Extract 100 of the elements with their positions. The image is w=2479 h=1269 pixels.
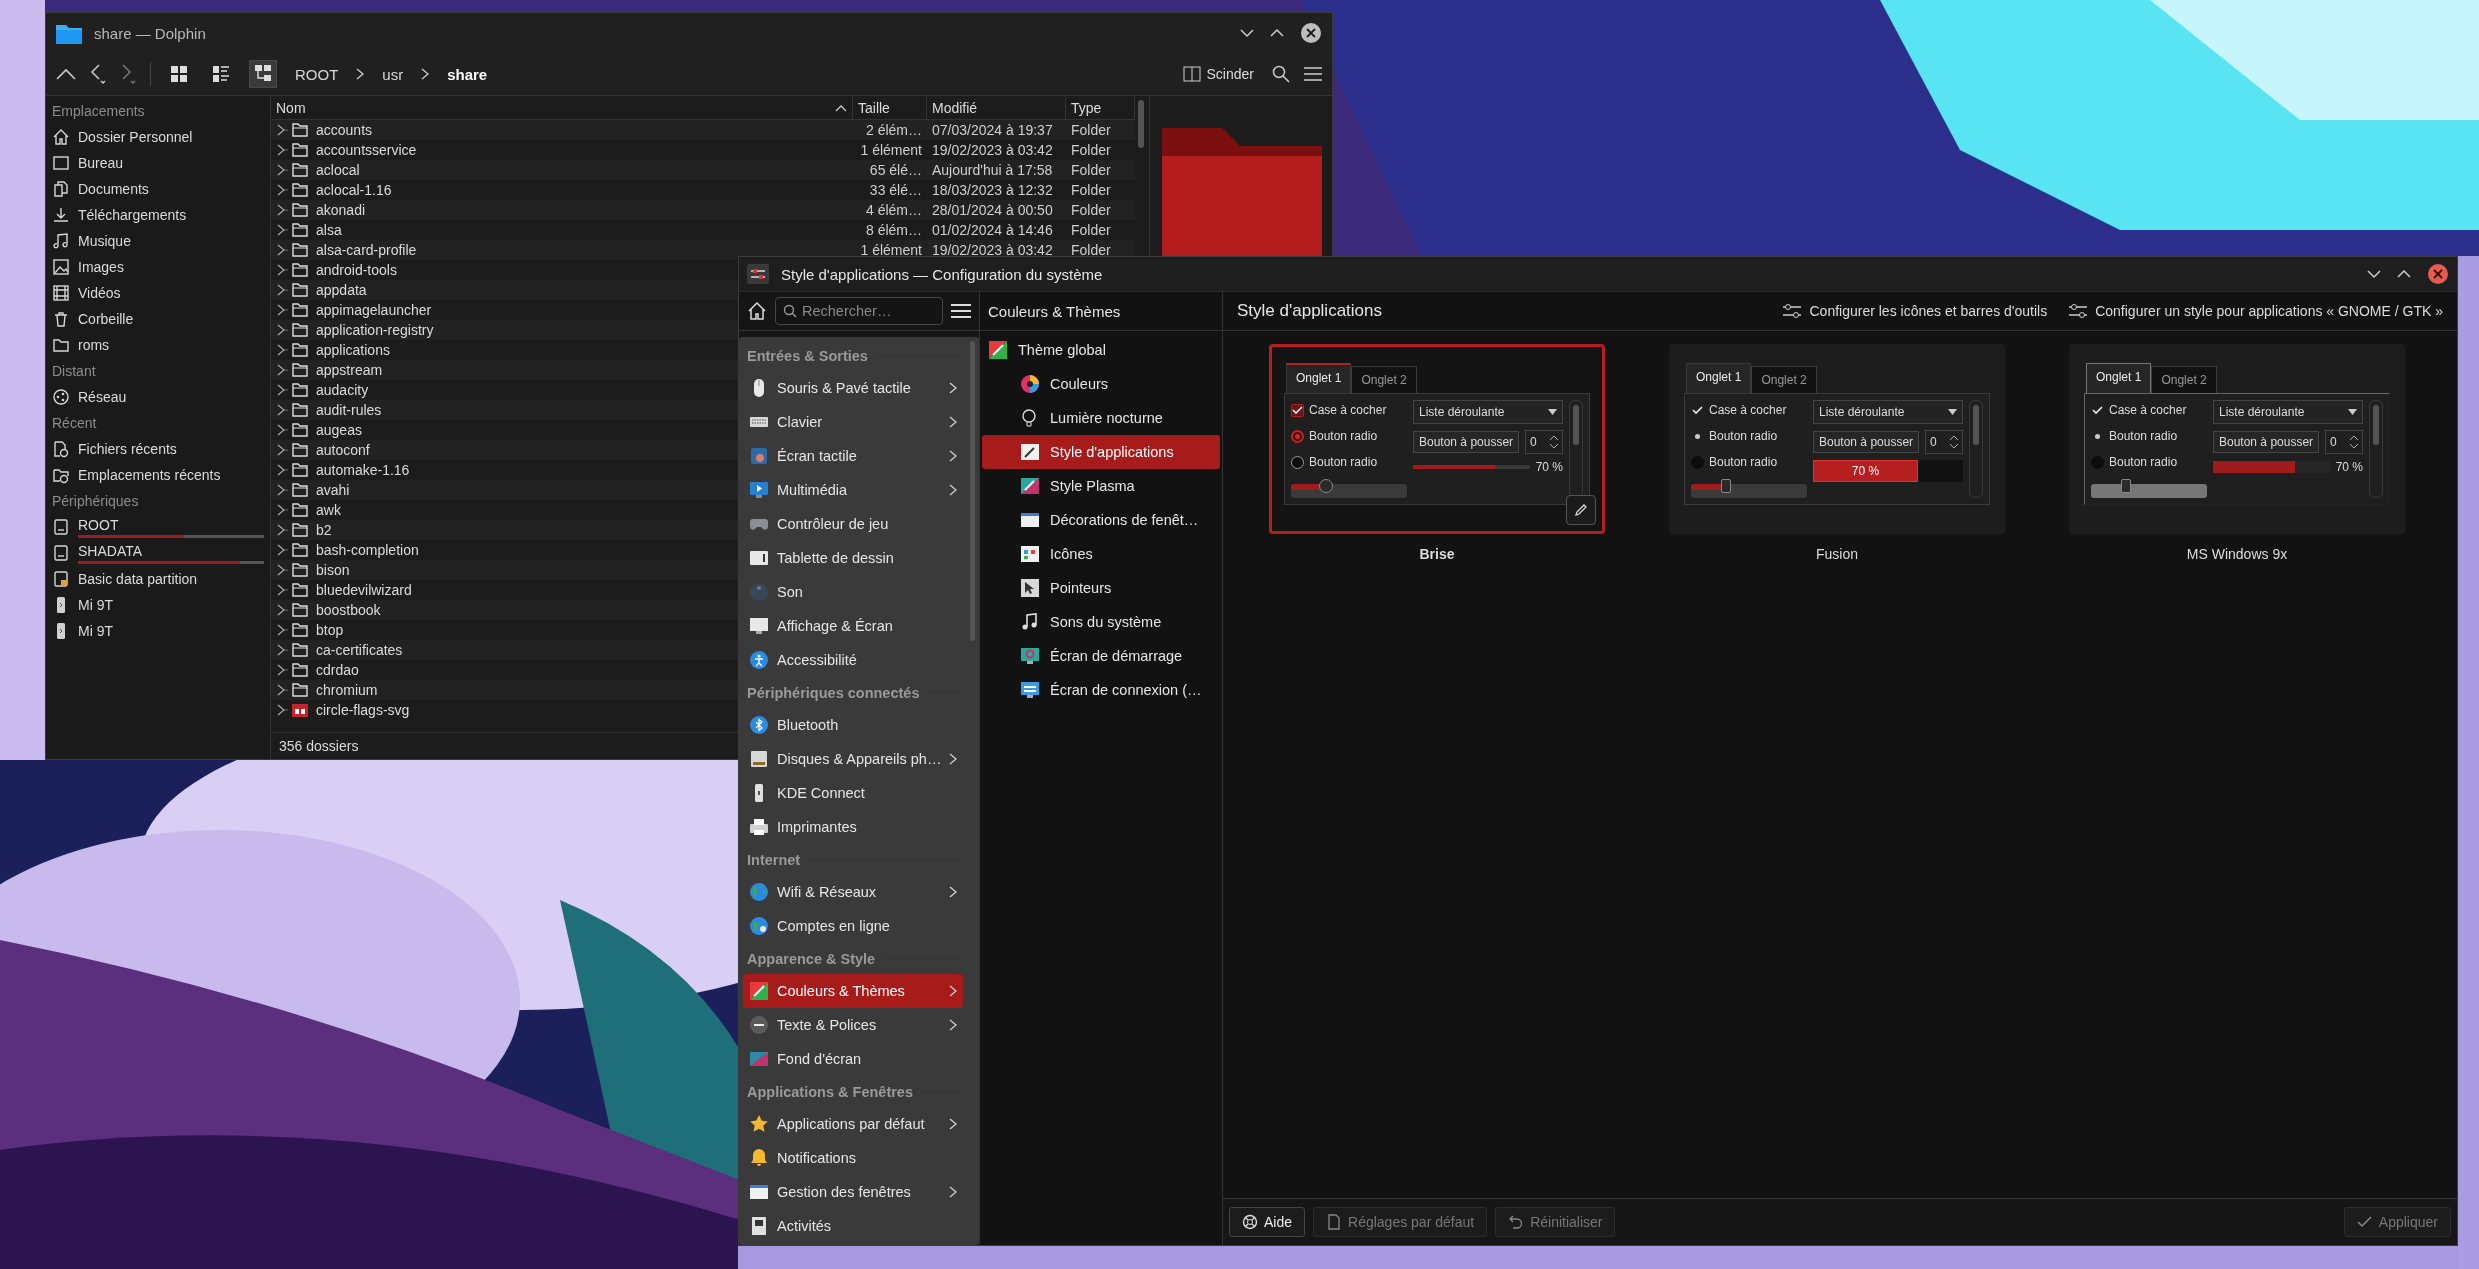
forward-icon[interactable] [120, 63, 136, 85]
file-name[interactable]: audit-rules [316, 402, 382, 418]
file-name[interactable]: bison [316, 562, 350, 578]
back-icon[interactable] [90, 63, 106, 85]
file-name[interactable]: appimagelauncher [316, 302, 432, 318]
split-button[interactable]: Scinder [1178, 62, 1258, 86]
category-item[interactable]: Style Plasma [982, 469, 1220, 503]
file-name[interactable]: appstream [316, 362, 383, 378]
place-item[interactable]: Emplacements récents [46, 462, 270, 488]
home-icon[interactable] [747, 301, 767, 321]
place-item[interactable]: Téléchargements [46, 202, 270, 228]
sidebar-item[interactable]: Écran tactile [743, 439, 964, 473]
file-name[interactable]: cdrdao [316, 662, 359, 678]
sidebar-item[interactable]: Son [743, 575, 964, 609]
minimize-icon[interactable] [1240, 28, 1254, 38]
place-item[interactable]: Dossier Personnel [46, 124, 270, 150]
category-item[interactable]: Décorations de fenêt… [982, 503, 1220, 537]
style-preview[interactable]: Onglet 1 Onglet 2 Case à cocher Bouton radio Bouton radio Liste déroulante Bouton à pousser 0 70 % [1269, 344, 1605, 534]
file-name[interactable]: accounts [316, 122, 373, 138]
file-name[interactable]: accountsservice [316, 142, 417, 158]
maximize-icon[interactable] [2397, 269, 2411, 279]
sidebar-item[interactable]: Multimédia [743, 473, 964, 507]
file-name[interactable]: chromium [316, 682, 378, 698]
sidebar-item[interactable]: Accessibilité [743, 643, 964, 677]
file-name[interactable]: btop [316, 622, 344, 638]
sidebar-item[interactable]: Wifi & Réseaux [743, 875, 964, 909]
file-name[interactable]: boostbook [316, 602, 381, 618]
sidebar-item[interactable]: Texte & Polices [743, 1008, 964, 1042]
file-name[interactable]: b2 [316, 522, 332, 538]
sidebar-item[interactable]: Souris & Pavé tactile [743, 371, 964, 405]
place-item[interactable]: Mi 9T [46, 592, 270, 618]
sidebar-item[interactable]: Clavier [743, 405, 964, 439]
file-name[interactable]: automake-1.16 [316, 462, 410, 478]
place-item[interactable]: Vidéos [46, 280, 270, 306]
sidebar-item[interactable]: Notifications [743, 1141, 964, 1175]
file-name[interactable]: aclocal [316, 162, 360, 178]
sidebar-item[interactable]: Affichage & Écran [743, 609, 964, 643]
file-name[interactable]: circle-flags-svg [316, 702, 410, 718]
place-item[interactable]: roms [46, 332, 270, 358]
place-item[interactable]: Bureau [46, 150, 270, 176]
category-item[interactable]: Icônes [982, 537, 1220, 571]
place-item[interactable]: Fichiers récents [46, 436, 270, 462]
category-item[interactable]: Écran de démarrage [982, 639, 1220, 673]
category-item[interactable]: Lumière nocturne [982, 401, 1220, 435]
place-item[interactable]: Basic data partition [46, 566, 270, 592]
place-item[interactable]: Musique [46, 228, 270, 254]
place-item[interactable]: ROOT [46, 514, 270, 540]
file-name[interactable]: avahi [316, 482, 350, 498]
column-header[interactable]: Modifié [927, 96, 1066, 119]
file-name[interactable]: bash-completion [316, 542, 419, 558]
column-header[interactable]: Taille [853, 96, 927, 119]
place-item[interactable]: Images [46, 254, 270, 280]
close-icon[interactable] [2427, 263, 2449, 285]
style-preview[interactable]: Onglet 1 Onglet 2 Case à cocher Bouton radio Bouton radio Liste déroulante Bouton à pousser 0 70 % [1669, 344, 2005, 534]
file-name[interactable]: alsa [316, 222, 342, 238]
file-name[interactable]: applications [316, 342, 390, 358]
file-name[interactable]: bluedevilwizard [316, 582, 412, 598]
category-item[interactable]: Couleurs [982, 367, 1220, 401]
place-item[interactable]: Mi 9T [46, 618, 270, 644]
file-name[interactable]: audacity [316, 382, 369, 398]
sidebar-item[interactable]: Applications par défaut [743, 1107, 964, 1141]
close-icon[interactable] [1300, 22, 1322, 44]
place-item[interactable]: Corbeille [46, 306, 270, 332]
file-name[interactable]: aclocal-1.16 [316, 182, 392, 198]
place-item[interactable]: Documents [46, 176, 270, 202]
style-preview[interactable]: Onglet 1 Onglet 2 Case à cocher Bouton radio Bouton radio Liste déroulante Bouton à pousser 0 70 % [2069, 344, 2405, 534]
file-name[interactable]: ca-certificates [316, 642, 403, 658]
search-icon[interactable] [1272, 65, 1290, 83]
place-item[interactable]: Réseau [46, 384, 270, 410]
sidebar-item[interactable]: Bluetooth [743, 708, 964, 742]
action-button[interactable]: Configurer un style pour applications « GNOME / GTK » [2065, 303, 2447, 319]
category-item[interactable]: Pointeurs [982, 571, 1220, 605]
details-view-icon[interactable] [249, 60, 277, 88]
minimize-icon[interactable] [2367, 269, 2381, 279]
footer-button[interactable]: Aide [1229, 1207, 1306, 1237]
search-field[interactable]: Rechercher… [775, 297, 943, 325]
menu-icon[interactable] [951, 303, 971, 319]
sidebar-item[interactable]: KDE Connect [743, 776, 964, 810]
sidebar-item[interactable]: Gestion des fenêtres [743, 1175, 964, 1209]
edit-button[interactable] [1566, 495, 1596, 525]
category-item[interactable]: Écran de connexion (… [982, 673, 1220, 707]
column-header[interactable]: Nom [271, 96, 853, 119]
place-item[interactable]: SHADATA [46, 540, 270, 566]
maximize-icon[interactable] [1270, 28, 1284, 38]
breadcrumb-item[interactable]: usr [378, 63, 408, 85]
sidebar-item[interactable]: Comptes en ligne [743, 909, 964, 943]
action-button[interactable]: Configurer les icônes et barres d'outils [1779, 303, 2052, 319]
sidebar-item[interactable]: Imprimantes [743, 810, 964, 844]
sidebar-item[interactable]: Contrôleur de jeu [743, 507, 964, 541]
file-name[interactable]: autoconf [316, 442, 370, 458]
sidebar-item[interactable]: Activités [743, 1209, 964, 1243]
file-name[interactable]: awk [316, 502, 341, 518]
file-name[interactable]: augeas [316, 422, 362, 438]
sidebar-item[interactable]: Fond d'écran [743, 1042, 964, 1076]
file-name[interactable]: alsa-card-profile [316, 242, 417, 258]
breadcrumb-item[interactable]: share [443, 63, 492, 85]
file-name[interactable]: appdata [316, 282, 367, 298]
category-item[interactable]: Thème global [982, 333, 1220, 367]
sidebar-item[interactable]: Couleurs & Thèmes [743, 974, 964, 1008]
file-name[interactable]: application-registry [316, 322, 434, 338]
